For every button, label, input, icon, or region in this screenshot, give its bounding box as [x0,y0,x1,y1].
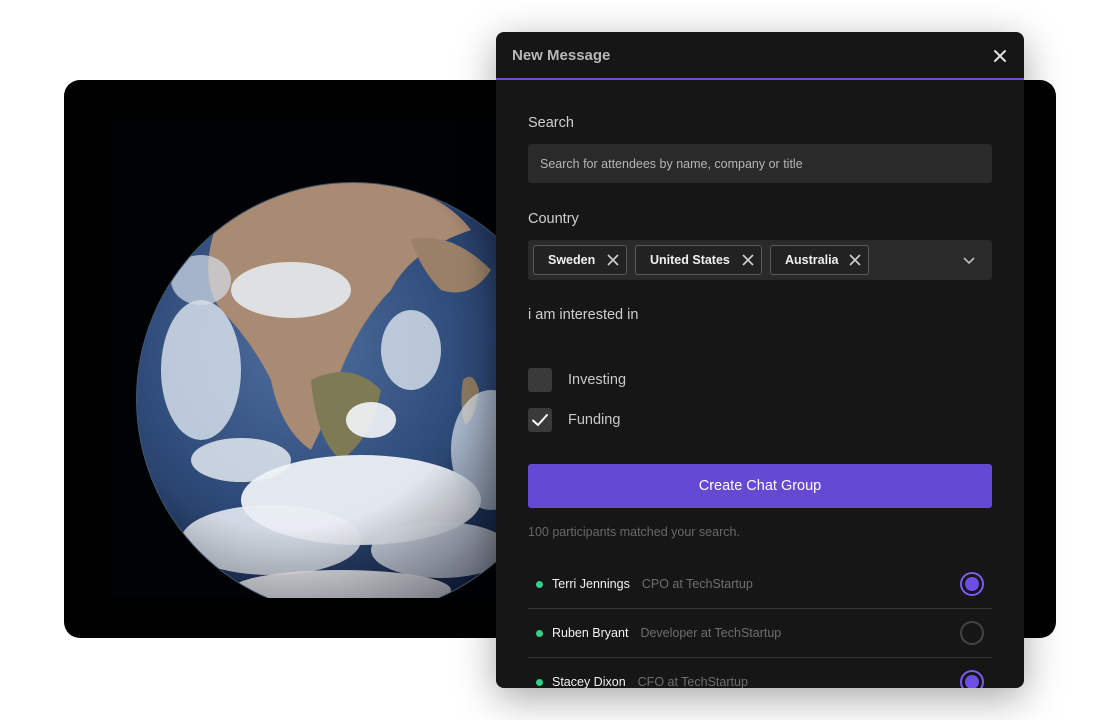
participant-select-radio[interactable] [960,670,984,688]
participant-select-radio[interactable] [960,621,984,645]
country-chip-united-states: United States [635,245,762,275]
funding-checkbox[interactable] [528,408,552,432]
interest-funding[interactable]: Funding [528,408,620,432]
online-status-dot [536,629,543,637]
interest-investing[interactable]: Investing [528,368,626,392]
checkmark-icon [532,414,548,426]
country-chip-australia: Australia [770,245,869,275]
participant-name: Ruben Bryant [552,626,629,640]
chip-label: Sweden [548,253,596,267]
online-status-dot [536,580,543,588]
participant-role: CFO at TechStartup [637,675,748,688]
investing-checkbox[interactable] [528,368,552,392]
country-label: Country [528,211,579,227]
participant-role: CPO at TechStartup [641,577,753,591]
new-message-modal: New Message Search Country Sweden United… [496,32,1024,688]
checkbox-label: Investing [568,372,627,388]
close-icon[interactable] [990,46,1010,66]
online-status-dot [536,678,543,686]
country-select[interactable]: Sweden United States Australia [528,240,992,280]
chip-remove-icon[interactable] [849,254,861,266]
country-chip-sweden: Sweden [533,245,627,275]
search-label: Search [528,115,574,131]
participant-name: Stacey Dixon [552,675,626,688]
checkbox-label: Funding [568,412,621,428]
modal-header: New Message [496,32,1024,80]
participant-select-radio[interactable] [960,572,984,596]
participant-list: Terri Jennings CPO at TechStartup Ruben … [528,560,992,688]
modal-title: New Message [512,47,611,64]
participant-row[interactable]: Stacey Dixon CFO at TechStartup [528,658,992,688]
chip-label: United States [650,253,730,267]
participant-row[interactable]: Ruben Bryant Developer at TechStartup [528,609,992,658]
participant-row[interactable]: Terri Jennings CPO at TechStartup [528,560,992,609]
create-chat-group-button[interactable]: Create Chat Group [528,464,992,508]
participant-role: Developer at TechStartup [640,626,782,640]
chip-remove-icon[interactable] [742,254,754,266]
participant-name: Terri Jennings [552,577,630,591]
matched-count-text: 100 participants matched your search. [528,525,740,539]
chip-remove-icon[interactable] [607,254,619,266]
search-input[interactable] [528,144,992,183]
interest-label: i am interested in [528,307,639,323]
chevron-down-icon[interactable] [962,254,976,266]
chip-label: Australia [785,253,839,267]
